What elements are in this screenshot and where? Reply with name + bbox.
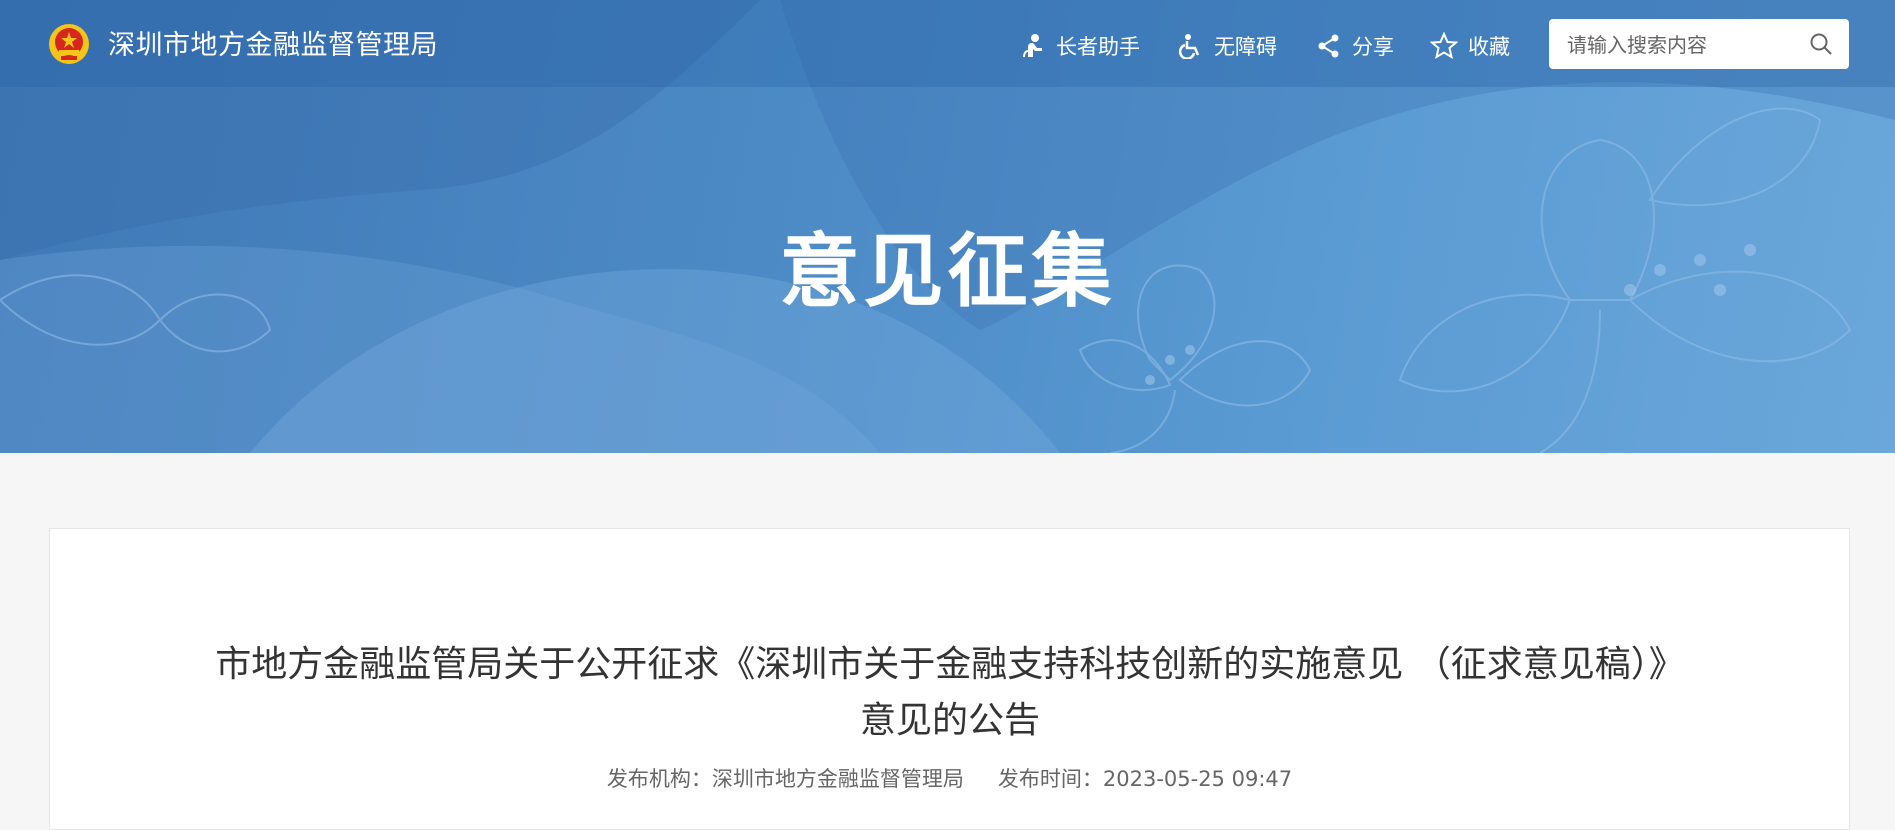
share-label: 分享 (1352, 35, 1394, 59)
publisher-value: 深圳市地方金融监督管理局 (711, 767, 964, 791)
publish-time-value: 2023-05-25 09:47 (1102, 767, 1293, 791)
article-title: 市地方金融监管局关于公开征求《深圳市关于金融支持科技创新的实施意见 （征求意见稿… (150, 637, 1750, 749)
share-button[interactable]: 分享 (1316, 28, 1394, 64)
site-name[interactable]: 深圳市地方金融监督管理局 (108, 28, 438, 64)
banner: 深圳市地方金融监督管理局 长者助手 无障碍 分享 收藏 请输入搜索内容 意见征集 (0, 0, 1895, 453)
search-box (1549, 19, 1849, 71)
article-card: 市地方金融监管局关于公开征求《深圳市关于金融支持科技创新的实施意见 （征求意见稿… (49, 528, 1850, 830)
article-title-line2: 意见的公告 (859, 700, 1040, 741)
favorite-label: 收藏 (1468, 35, 1510, 59)
wheelchair-icon (1178, 34, 1200, 59)
elder-assistant-button[interactable]: 长者助手 (1020, 28, 1140, 64)
article-title-line1: 市地方金融监管局关于公开征求《深圳市关于金融支持科技创新的实施意见 （征求意见稿… (215, 644, 1685, 685)
national-emblem-logo (49, 24, 89, 64)
elder-assistant-label: 长者助手 (1056, 35, 1140, 59)
accessibility-button[interactable]: 无障碍 (1178, 28, 1277, 64)
share-icon (1318, 34, 1339, 58)
accessibility-label: 无障碍 (1214, 35, 1277, 59)
elder-person-icon (1023, 34, 1042, 58)
article-meta: 发布机构：深圳市地方金融监督管理局 发布时间：2023-05-25 09:47 (50, 763, 1849, 793)
star-icon (1430, 32, 1458, 60)
publisher-label: 发布机构： (606, 767, 712, 791)
search-input[interactable] (1565, 19, 1809, 71)
top-navigation-bar: 深圳市地方金融监督管理局 长者助手 无障碍 分享 收藏 请输入搜索内容 (0, 0, 1895, 87)
favorite-button[interactable]: 收藏 (1430, 28, 1510, 64)
search-icon[interactable] (1809, 32, 1833, 56)
banner-title: 意见征集 (779, 225, 1116, 318)
publish-time-label: 发布时间： (997, 767, 1103, 791)
